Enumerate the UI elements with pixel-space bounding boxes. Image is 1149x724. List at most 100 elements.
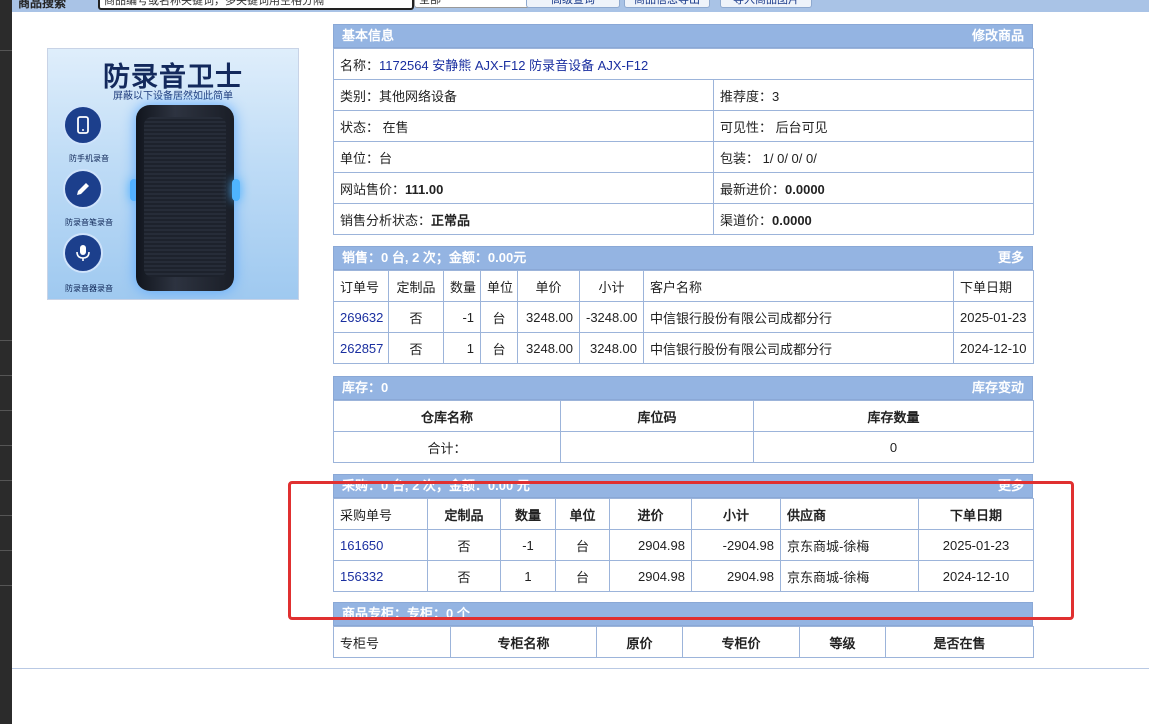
col-subtotal: 小计 — [579, 270, 644, 302]
stock-total-location — [560, 431, 754, 463]
counter-summary: 商品专柜：专柜：0 个 — [342, 606, 470, 621]
cell-price: 3248.00 — [517, 332, 580, 364]
cell-subtotal: -3248.00 — [579, 301, 644, 333]
col-date: 下单日期 — [953, 270, 1034, 302]
product-name-link[interactable]: 1172564 安静熊 AJX-F12 防录音设备 AJX-F12 — [379, 58, 648, 73]
cell-qty: -1 — [443, 301, 481, 333]
col-original-price: 原价 — [596, 626, 683, 658]
cell-unit: 台 — [480, 301, 518, 333]
search-scope-select[interactable]: 全部 — [414, 0, 530, 8]
sales-order-link[interactable]: 269632 — [340, 310, 383, 325]
edit-product-link[interactable]: 修改商品 — [972, 25, 1024, 47]
package-value: 1/ 0/ 0/ 0/ — [762, 150, 817, 166]
search-input[interactable]: 商品编号或名称关键词，多关键词用空格分隔 — [98, 0, 414, 10]
cell-date: 2024-12-10 — [953, 332, 1034, 364]
visibility-label: 可见性： — [720, 119, 773, 135]
col-custom: 定制品 — [388, 270, 444, 302]
basic-info-header: 基本信息 修改商品 — [333, 24, 1033, 48]
cell-qty: 1 — [443, 332, 481, 364]
cell-qty: -1 — [500, 529, 556, 561]
purchase-summary: 采购：0 台, 2 次；金额：0.00 元 — [342, 478, 530, 493]
col-date: 下单日期 — [918, 498, 1034, 530]
col-on-sale: 是否在售 — [885, 626, 1034, 658]
table-row: 161650 否 -1 台 2904.98 -2904.98 京东商城-徐梅 2… — [333, 529, 1034, 561]
cell-unit: 台 — [555, 560, 610, 592]
purchase-more-link[interactable]: 更多 — [998, 475, 1024, 497]
cell-custom: 否 — [427, 529, 501, 561]
col-order-no: 订单号 — [333, 270, 389, 302]
cell-price: 3248.00 — [517, 301, 580, 333]
cell-cost: 2904.98 — [609, 529, 692, 561]
latest-cost-value: 0.0000 — [785, 181, 825, 197]
price-label: 网站售价： — [340, 181, 406, 197]
cell-date: 2025-01-23 — [918, 529, 1034, 561]
col-supplier: 供应商 — [780, 498, 919, 530]
category-cell: 类别：其他网络设备 — [333, 79, 714, 111]
stock-change-link[interactable]: 库存变动 — [972, 377, 1024, 399]
cell-subtotal: 3248.00 — [579, 332, 644, 364]
table-row: 269632 否 -1 台 3248.00 -3248.00 中信银行股份有限公… — [333, 301, 1034, 333]
basic-info-title: 基本信息 — [342, 28, 395, 43]
col-qty: 数量 — [500, 498, 556, 530]
col-level: 等级 — [799, 626, 886, 658]
col-price: 单价 — [517, 270, 580, 302]
cell-cost: 2904.98 — [609, 560, 692, 592]
stock-total-qty: 0 — [753, 431, 1034, 463]
col-counter-name: 专柜名称 — [450, 626, 597, 658]
pen-icon — [63, 169, 103, 209]
cell-subtotal: -2904.98 — [691, 529, 781, 561]
phone-icon — [63, 105, 103, 145]
cell-custom: 否 — [427, 560, 501, 592]
cell-customer: 中信银行股份有限公司成都分行 — [643, 301, 954, 333]
col-subtotal: 小计 — [691, 498, 781, 530]
col-stock-qty: 库存数量 — [753, 400, 1034, 432]
table-row: 156332 否 1 台 2904.98 2904.98 京东商城-徐梅 202… — [333, 560, 1034, 592]
col-unit: 单位 — [555, 498, 610, 530]
export-button[interactable]: 商品信息导出 — [624, 0, 710, 8]
stock-table: 仓库名称 库位码 库存数量 合计： 0 — [333, 400, 1034, 463]
page-bottom-divider — [12, 668, 1149, 669]
cell-unit: 台 — [480, 332, 518, 364]
search-toolbar: 商品搜索 商品编号或名称关键词，多关键词用空格分隔 全部 高级查询 商品信息导出… — [12, 0, 1149, 12]
latest-cost-label: 最新进价： — [720, 181, 786, 197]
cell-unit: 台 — [555, 529, 610, 561]
col-location: 库位码 — [560, 400, 754, 432]
product-image-subtitle: 屏蔽以下设备居然如此简单 — [113, 91, 233, 102]
recommend-cell: 推荐度：3 — [712, 79, 1035, 111]
stock-total-label: 合计： — [333, 431, 561, 463]
col-cost: 进价 — [609, 498, 692, 530]
col-counter-price: 专柜价 — [682, 626, 800, 658]
sales-table: 订单号 定制品 数量 单位 单价 小计 客户名称 下单日期 269632 否 -… — [333, 270, 1034, 364]
analysis-label: 销售分析状态： — [340, 212, 432, 228]
device-glow-right — [232, 179, 240, 201]
purchase-order-link[interactable]: 156332 — [340, 569, 383, 584]
unit-cell: 单位：台 — [333, 141, 714, 173]
cell-supplier: 京东商城-徐梅 — [780, 560, 919, 592]
advanced-query-button[interactable]: 高级查询 — [526, 0, 620, 8]
sales-more-link[interactable]: 更多 — [998, 247, 1024, 269]
status-value: 在售 — [382, 119, 409, 135]
package-label: 包装： — [720, 150, 760, 166]
cell-date: 2025-01-23 — [953, 301, 1034, 333]
device-illustration — [136, 105, 234, 291]
feature-label-pen: 防录音笔录音 — [65, 218, 113, 227]
cell-subtotal: 2904.98 — [691, 560, 781, 592]
cell-date: 2024-12-10 — [918, 560, 1034, 592]
sales-summary: 销售：0 台, 2 次；金额：0.00元 — [342, 250, 527, 265]
purchase-header-row: 采购单号 定制品 数量 单位 进价 小计 供应商 下单日期 — [333, 498, 1034, 530]
sales-header: 销售：0 台, 2 次；金额：0.00元 更多 — [333, 246, 1033, 270]
cell-supplier: 京东商城-徐梅 — [780, 529, 919, 561]
col-purchase-no: 采购单号 — [333, 498, 428, 530]
analysis-value: 正常品 — [431, 212, 471, 228]
sales-header-row: 订单号 定制品 数量 单位 单价 小计 客户名称 下单日期 — [333, 270, 1034, 302]
col-counter-no: 专柜号 — [333, 626, 451, 658]
price-value: 111.00 — [405, 181, 444, 197]
cell-custom: 否 — [388, 301, 444, 333]
col-warehouse: 仓库名称 — [333, 400, 561, 432]
purchase-order-link[interactable]: 161650 — [340, 538, 383, 553]
col-custom: 定制品 — [427, 498, 501, 530]
col-qty: 数量 — [443, 270, 481, 302]
sales-order-link[interactable]: 262857 — [340, 341, 383, 356]
import-image-button[interactable]: 导入商品图片 — [720, 0, 812, 8]
counter-table: 专柜号 专柜名称 原价 专柜价 等级 是否在售 — [333, 626, 1034, 658]
